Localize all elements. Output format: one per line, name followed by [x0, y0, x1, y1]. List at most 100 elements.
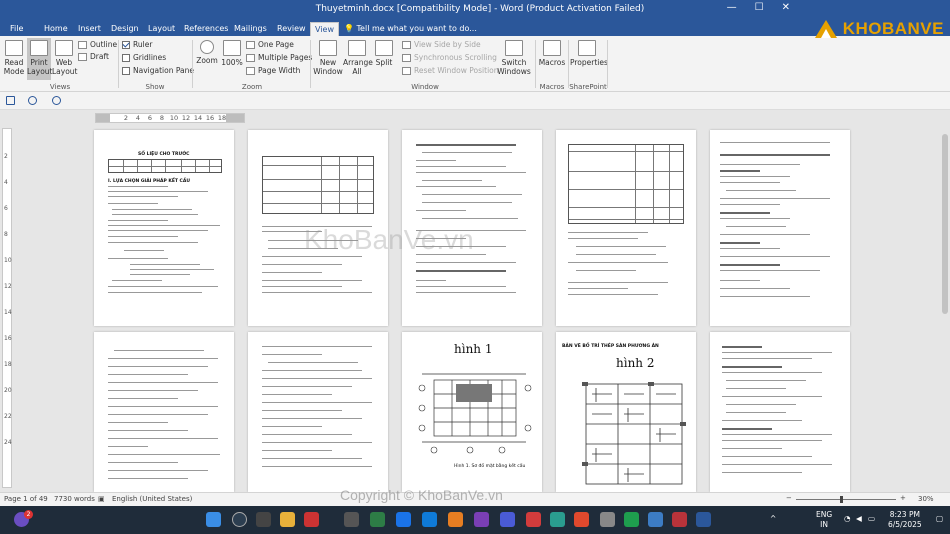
tab-mailings[interactable]: Mailings — [230, 22, 271, 36]
app-icon[interactable] — [600, 512, 615, 527]
magnifier-icon — [200, 40, 214, 54]
close-button[interactable]: ✕ — [782, 2, 790, 13]
read-mode-button[interactable]: Read Mode — [2, 40, 26, 76]
navigation-pane-checkbox[interactable]: Navigation Pane — [122, 66, 194, 75]
draft-button[interactable]: Draft — [78, 52, 109, 61]
show-hidden-icons[interactable]: ^ — [770, 514, 776, 524]
group-separator — [192, 40, 193, 88]
document-page[interactable]: BẢN VẼ BỐ TRÍ THÉP SÀN PHƯƠNG ÁN hình 2 — [556, 332, 696, 492]
properties-button[interactable]: Properties — [570, 40, 608, 67]
notification-badge: 2 — [24, 510, 33, 519]
search-icon[interactable] — [232, 512, 247, 527]
zoom-100-button[interactable]: 100% — [221, 40, 243, 67]
zoom-out-icon[interactable]: − — [786, 494, 792, 502]
ruler-checkbox[interactable]: Ruler — [122, 40, 152, 49]
tell-me-search[interactable]: 💡 Tell me what you want to do... — [344, 22, 477, 36]
maximize-button[interactable]: ☐ — [755, 2, 764, 13]
document-page[interactable] — [710, 130, 850, 326]
task-view-icon[interactable] — [256, 512, 271, 527]
page-width-button[interactable]: Page Width — [246, 66, 300, 75]
clock[interactable]: 8:23 PM 6/5/2025 — [888, 510, 922, 530]
scrollbar-thumb[interactable] — [942, 134, 948, 314]
reset-window-position-button[interactable]: Reset Window Position — [402, 66, 499, 75]
multiple-pages-button[interactable]: Multiple Pages — [246, 53, 312, 62]
tab-design[interactable]: Design — [107, 22, 143, 36]
one-page-button[interactable]: One Page — [246, 40, 294, 49]
ribbon-view: Read Mode Print Layout Web Layout Outlin… — [0, 36, 950, 92]
tab-references[interactable]: References — [180, 22, 232, 36]
macros-button[interactable]: Macros — [538, 40, 566, 67]
web-layout-button[interactable]: Web Layout — [52, 40, 78, 76]
input-language[interactable]: ENG IN — [816, 510, 832, 530]
app-icon[interactable] — [474, 512, 489, 527]
view-side-by-side-button[interactable]: View Side by Side — [402, 40, 481, 49]
draft-icon — [78, 52, 87, 61]
document-area[interactable]: SỐ LIỆU CHO TRƯỚC I. LỰA CHỌN GIẢI PHÁP … — [14, 124, 950, 492]
app-icon[interactable] — [396, 512, 411, 527]
outline-button[interactable]: Outline — [78, 40, 117, 49]
zoom-slider-handle[interactable] — [840, 496, 843, 503]
excel-icon[interactable] — [624, 512, 639, 527]
zoom-slider[interactable] — [796, 499, 896, 500]
proofing-icon[interactable]: ▣ — [98, 495, 105, 503]
new-window-button[interactable]: New Window — [313, 40, 343, 76]
document-page[interactable]: SỐ LIỆU CHO TRƯỚC I. LỰA CHỌN GIẢI PHÁP … — [94, 130, 234, 326]
tab-layout[interactable]: Layout — [144, 22, 179, 36]
edge-icon[interactable] — [422, 512, 437, 527]
split-button[interactable]: Split — [372, 40, 396, 67]
zoom-100-icon — [223, 40, 241, 56]
app-icon[interactable] — [550, 512, 565, 527]
arrange-all-icon — [348, 40, 366, 56]
teams-icon[interactable] — [500, 512, 515, 527]
app-icon[interactable] — [344, 512, 359, 527]
checkbox-checked-icon — [122, 40, 130, 49]
gridlines-checkbox[interactable]: Gridlines — [122, 53, 166, 62]
app-icon[interactable] — [648, 512, 663, 527]
vertical-scrollbar[interactable] — [940, 124, 950, 492]
save-icon[interactable] — [6, 96, 15, 105]
app-icon[interactable] — [304, 512, 319, 527]
chrome-icon[interactable] — [574, 512, 589, 527]
group-zoom-label: Zoom — [241, 83, 263, 91]
app-icon[interactable] — [370, 512, 385, 527]
notifications-icon[interactable]: ▢ — [936, 514, 943, 524]
language[interactable]: English (United States) — [112, 495, 192, 503]
word-count[interactable]: 7730 words — [54, 495, 95, 503]
app-icon[interactable] — [448, 512, 463, 527]
document-page[interactable]: hình 1 Hình 1. Sơ đồ mặt bằng kết cấu — [402, 332, 542, 492]
tab-insert[interactable]: Insert — [74, 22, 105, 36]
battery-icon[interactable]: ▭ — [868, 514, 875, 524]
minimize-button[interactable]: — — [727, 2, 737, 13]
document-page[interactable] — [248, 332, 388, 492]
page-count[interactable]: Page 1 of 49 — [4, 495, 48, 503]
volume-icon[interactable]: ◀ — [856, 514, 862, 524]
zoom-in-icon[interactable]: + — [900, 494, 906, 502]
tab-review[interactable]: Review — [273, 22, 310, 36]
document-page[interactable] — [94, 332, 234, 492]
document-page[interactable] — [556, 130, 696, 326]
quick-toolbar — [0, 92, 950, 110]
wifi-icon[interactable]: ◔ — [844, 514, 851, 524]
horizontal-ruler[interactable]: 2 2 4 6 8 10 12 14 16 18 — [95, 113, 245, 123]
zoom-level[interactable]: 30% — [918, 495, 934, 503]
arrange-all-button[interactable]: Arrange All — [343, 40, 373, 76]
redo-icon[interactable] — [52, 96, 61, 105]
tab-view[interactable]: View — [310, 22, 339, 36]
tab-home[interactable]: Home — [40, 22, 72, 36]
app-icon[interactable] — [672, 512, 687, 527]
document-page[interactable] — [248, 130, 388, 326]
vertical-ruler[interactable]: 2 4 6 8 10 12 14 16 18 20 22 24 — [2, 128, 12, 488]
tab-file[interactable]: File — [6, 22, 27, 36]
word-icon[interactable] — [696, 512, 711, 527]
synchronous-scrolling-button[interactable]: Synchronous Scrolling — [402, 53, 497, 62]
print-layout-button[interactable]: Print Layout — [27, 38, 53, 80]
zoom-button[interactable]: Zoom — [196, 40, 218, 65]
app-icon[interactable] — [526, 512, 541, 527]
rebar-plan-drawing — [582, 382, 686, 485]
undo-icon[interactable] — [28, 96, 37, 105]
switch-windows-button[interactable]: Switch Windows — [496, 40, 532, 76]
file-explorer-icon[interactable] — [280, 512, 295, 527]
document-page[interactable] — [710, 332, 850, 492]
document-page[interactable] — [402, 130, 542, 326]
start-icon[interactable] — [206, 512, 221, 527]
